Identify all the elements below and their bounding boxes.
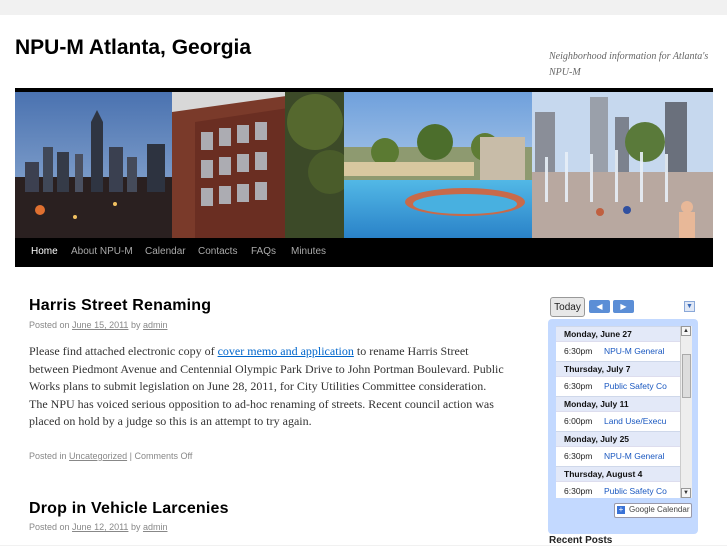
calendar-scrollbar[interactable]: ▲ ▼	[680, 326, 692, 498]
post-footer-meta: Posted in Uncategorized | Comments Off	[29, 451, 192, 461]
event-time: 6:30pm	[564, 451, 593, 461]
attachment-link[interactable]: cover memo and application	[218, 344, 354, 358]
calendar-date-header: Monday, July 25	[556, 431, 680, 446]
calendar-date-header: Monday, June 27	[556, 326, 680, 341]
by-label: by	[130, 320, 141, 330]
posted-on-label: Posted on	[29, 320, 70, 330]
calendar-event[interactable]: 6:30pm NPU-M General	[556, 341, 680, 361]
right-arrow-icon[interactable]: ▶	[613, 300, 634, 313]
event-title[interactable]: NPU-M General	[604, 447, 664, 466]
page: NPU-M Atlanta, Georgia Neighborhood info…	[0, 15, 727, 546]
scroll-down-icon[interactable]: ▼	[681, 488, 691, 498]
event-title[interactable]: NPU-M General	[604, 342, 664, 361]
calendar-event[interactable]: 6:30pm Public Safety Co	[556, 481, 680, 498]
scrollbar-thumb[interactable]	[682, 354, 691, 398]
header-banner-image	[15, 92, 713, 238]
comments-status: Comments Off	[134, 451, 193, 461]
nav-item-home[interactable]: Home	[31, 246, 58, 257]
site-description: Neighborhood information for Atlanta's N…	[549, 51, 709, 78]
post-date-link[interactable]: June 15, 2011	[72, 320, 128, 330]
meta-separator: |	[129, 451, 132, 461]
nav-item-calendar[interactable]: Calendar	[145, 246, 186, 257]
left-arrow-icon[interactable]: ◀	[589, 300, 610, 313]
calendar-event[interactable]: 6:00pm Land Use/Execu	[556, 411, 680, 431]
event-time: 6:30pm	[564, 381, 593, 391]
post-content: Please find attached electronic copy of …	[29, 343, 507, 431]
nav-item-minutes[interactable]: Minutes	[291, 246, 326, 257]
google-calendar-button[interactable]: + Google Calendar	[614, 503, 692, 518]
post-author-link[interactable]: admin	[143, 320, 168, 330]
post-author-link[interactable]: admin	[143, 522, 168, 532]
post-title[interactable]: Harris Street Renaming	[29, 297, 211, 315]
post-body-text: Please find attached electronic copy of	[29, 344, 215, 358]
post-meta: Posted on June 15, 2011 by admin	[29, 320, 168, 330]
event-time: 6:00pm	[564, 416, 593, 426]
event-time: 6:30pm	[564, 486, 593, 496]
calendar-date-header: Thursday, July 7	[556, 361, 680, 376]
scroll-up-icon[interactable]: ▲	[681, 326, 691, 336]
calendar-agenda-list: Monday, June 27 6:30pm NPU-M General Thu…	[556, 326, 680, 498]
calendar-date-header: Monday, July 11	[556, 396, 680, 411]
event-time: 6:30pm	[564, 346, 593, 356]
event-title[interactable]: Public Safety Co	[604, 377, 667, 396]
chevron-down-icon[interactable]: ▼	[684, 301, 695, 312]
nav-item-contacts[interactable]: Contacts	[198, 246, 237, 257]
calendar-date-header: Thursday, August 4	[556, 466, 680, 481]
calendar-event[interactable]: 6:30pm Public Safety Co	[556, 376, 680, 396]
recent-posts-heading: Recent Posts	[549, 535, 613, 546]
post-title[interactable]: Drop in Vehicle Larcenies	[29, 500, 229, 518]
event-title[interactable]: Land Use/Execu	[604, 412, 666, 431]
by-label: by	[130, 522, 141, 532]
post-date-link[interactable]: June 12, 2011	[72, 522, 128, 532]
main-navigation: Home About NPU-M Calendar Contacts FAQs …	[15, 238, 713, 267]
event-title[interactable]: Public Safety Co	[604, 482, 667, 498]
calendar-today-button[interactable]: Today	[550, 297, 585, 317]
plus-icon: +	[617, 505, 625, 514]
nav-item-faqs[interactable]: FAQs	[251, 246, 276, 257]
posted-in-label: Posted in	[29, 451, 67, 461]
posted-on-label: Posted on	[29, 522, 70, 532]
nav-item-about[interactable]: About NPU-M	[71, 246, 133, 257]
category-link[interactable]: Uncategorized	[69, 451, 127, 461]
google-calendar-label: Google Calendar	[629, 505, 690, 514]
post-meta: Posted on June 12, 2011 by admin	[29, 522, 168, 532]
calendar-event[interactable]: 6:30pm NPU-M General	[556, 446, 680, 466]
site-title[interactable]: NPU-M Atlanta, Georgia	[15, 36, 251, 60]
